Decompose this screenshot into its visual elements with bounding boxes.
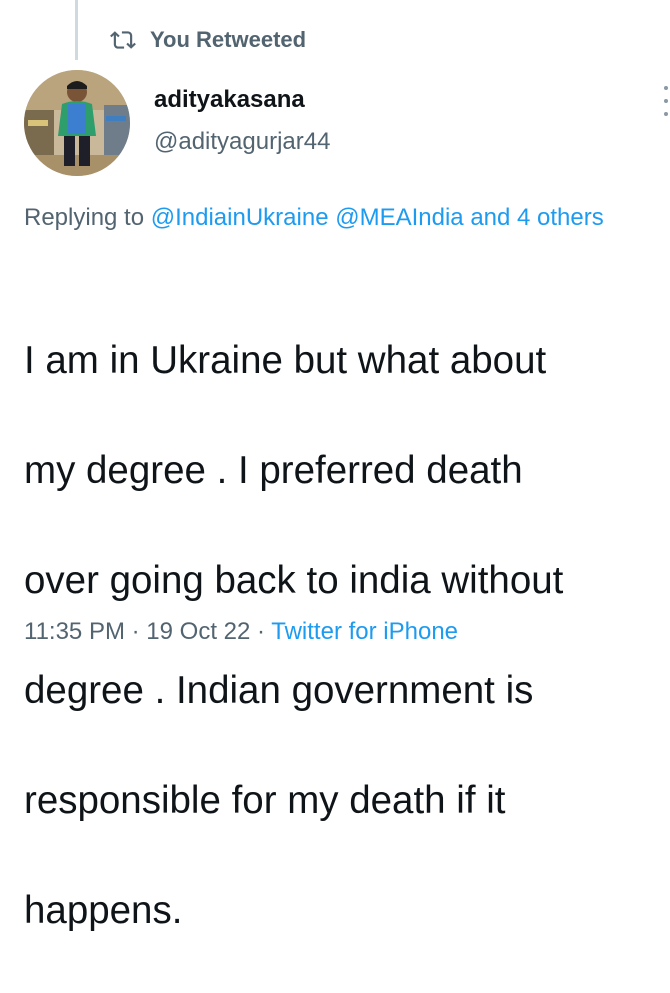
tweet-line: I am in Ukraine but what about: [24, 339, 547, 382]
tweet-metadata: 11:35 PM · 19 Oct 22 · Twitter for iPhon…: [24, 618, 458, 646]
retweet-label: You Retweeted: [150, 27, 307, 52]
tweet-line: responsible for my death if it: [24, 779, 506, 822]
tweet-source[interactable]: Twitter for iPhone: [271, 618, 458, 645]
mention-link[interactable]: @MEAIndia: [335, 204, 463, 231]
meta-separator: ·: [257, 618, 266, 645]
tweet-line: happens.: [24, 889, 183, 932]
tweet-line: degree . Indian government is: [24, 669, 534, 712]
replying-prefix: Replying to: [24, 204, 145, 231]
user-avatar[interactable]: [24, 70, 130, 176]
more-dot: [664, 99, 668, 103]
more-dot: [664, 86, 668, 90]
tweet-line: over going back to india without: [24, 559, 564, 602]
reply-context: Replying to @IndiainUkraine @MEAIndia an…: [24, 198, 654, 238]
more-dot: [664, 112, 668, 116]
tweet-date[interactable]: 19 Oct 22: [146, 618, 250, 645]
mention-link[interactable]: @IndiainUkraine: [151, 204, 329, 231]
author-handle[interactable]: @adityagurjar44: [154, 128, 330, 156]
retweet-icon: [110, 31, 136, 49]
meta-separator: ·: [131, 618, 140, 645]
tweet-line: my degree . I preferred death: [24, 449, 523, 492]
author-display-name[interactable]: adityakasana: [154, 86, 305, 114]
others-link[interactable]: and 4 others: [470, 204, 603, 231]
thread-connector-line: [75, 0, 78, 60]
more-options-icon[interactable]: [662, 86, 670, 116]
tweet-time[interactable]: 11:35 PM: [24, 618, 125, 645]
retweet-context: You Retweeted: [110, 26, 306, 54]
